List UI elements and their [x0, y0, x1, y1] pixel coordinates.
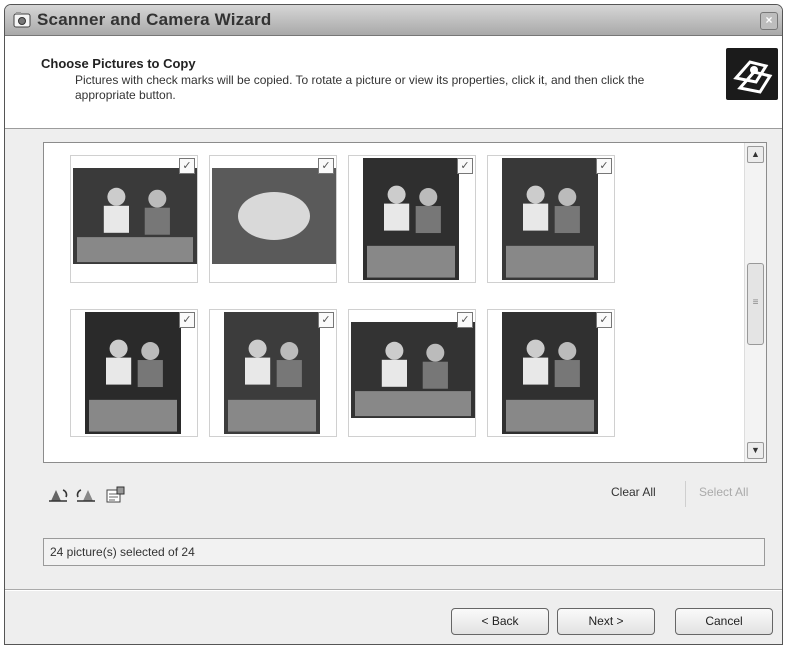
thumbnail-party-table[interactable]: ✓ [348, 155, 476, 283]
photo-dancers [224, 312, 320, 434]
back-button[interactable]: < Back [451, 608, 549, 635]
thumbnail-group-at-table[interactable]: ✓ [487, 155, 615, 283]
scroll-grip-icon: ≡ [752, 297, 759, 308]
camera-scanner-icon [726, 48, 778, 100]
checkbox-dancers[interactable]: ✓ [318, 312, 334, 328]
checkbox-group-posing[interactable]: ✓ [596, 312, 612, 328]
scroll-up-button[interactable]: ▲ [747, 146, 764, 163]
rotate-left-icon[interactable] [47, 486, 69, 504]
checkbox-person-cutting-cake[interactable]: ✓ [179, 312, 195, 328]
cancel-button[interactable]: Cancel [675, 608, 773, 635]
page-heading: Choose Pictures to Copy [41, 56, 196, 71]
photo-two-friends [73, 168, 197, 264]
thumbnail-two-men-smiling[interactable]: ✓ [348, 309, 476, 437]
next-button[interactable]: Next > [557, 608, 655, 635]
wizard-header: Choose Pictures to Copy Pictures with ch… [5, 36, 782, 129]
picture-list[interactable]: ✓ ✓ ✓ ✓ ✓ ✓ ✓ ✓ ▲ ≡ ▼ [43, 142, 767, 463]
checkbox-cake[interactable]: ✓ [318, 158, 334, 174]
scanner-app-icon [13, 12, 31, 28]
properties-icon[interactable] [105, 485, 127, 503]
thumbnail-dancers[interactable]: ✓ [209, 309, 337, 437]
vertical-scrollbar[interactable]: ▲ ≡ ▼ [744, 143, 766, 462]
checkbox-party-table[interactable]: ✓ [457, 158, 473, 174]
footer-divider [5, 589, 782, 591]
thumbnail-person-cutting-cake[interactable]: ✓ [70, 309, 198, 437]
scroll-down-button[interactable]: ▼ [747, 442, 764, 459]
thumbnail-cake[interactable]: ✓ [209, 155, 337, 283]
checkbox-group-at-table[interactable]: ✓ [596, 158, 612, 174]
select-all-link[interactable]: Select All [699, 485, 748, 499]
toolbar-divider [685, 481, 686, 507]
title-bar[interactable]: Scanner and Camera Wizard × [5, 5, 782, 36]
status-bar: 24 picture(s) selected of 24 [43, 538, 765, 566]
clear-all-link[interactable]: Clear All [611, 485, 656, 499]
photo-two-men-smiling [351, 322, 475, 418]
checkbox-two-friends[interactable]: ✓ [179, 158, 195, 174]
window-title: Scanner and Camera Wizard [37, 10, 272, 29]
thumbnail-two-friends[interactable]: ✓ [70, 155, 198, 283]
thumbnail-group-posing[interactable]: ✓ [487, 309, 615, 437]
thumbnail-grid: ✓ ✓ ✓ ✓ ✓ ✓ ✓ ✓ [44, 143, 744, 462]
wizard-window: Scanner and Camera Wizard × Choose Pictu… [4, 4, 783, 645]
photo-group-at-table [502, 158, 598, 280]
photo-group-posing [502, 312, 598, 434]
checkbox-two-men-smiling[interactable]: ✓ [457, 312, 473, 328]
scroll-thumb[interactable]: ≡ [747, 263, 764, 345]
rotate-right-icon[interactable] [75, 486, 97, 504]
photo-person-cutting-cake [85, 312, 181, 434]
photo-cake [212, 168, 336, 264]
photo-party-table [363, 158, 459, 280]
page-description: Pictures with check marks will be copied… [75, 73, 645, 102]
close-button[interactable]: × [760, 12, 778, 30]
